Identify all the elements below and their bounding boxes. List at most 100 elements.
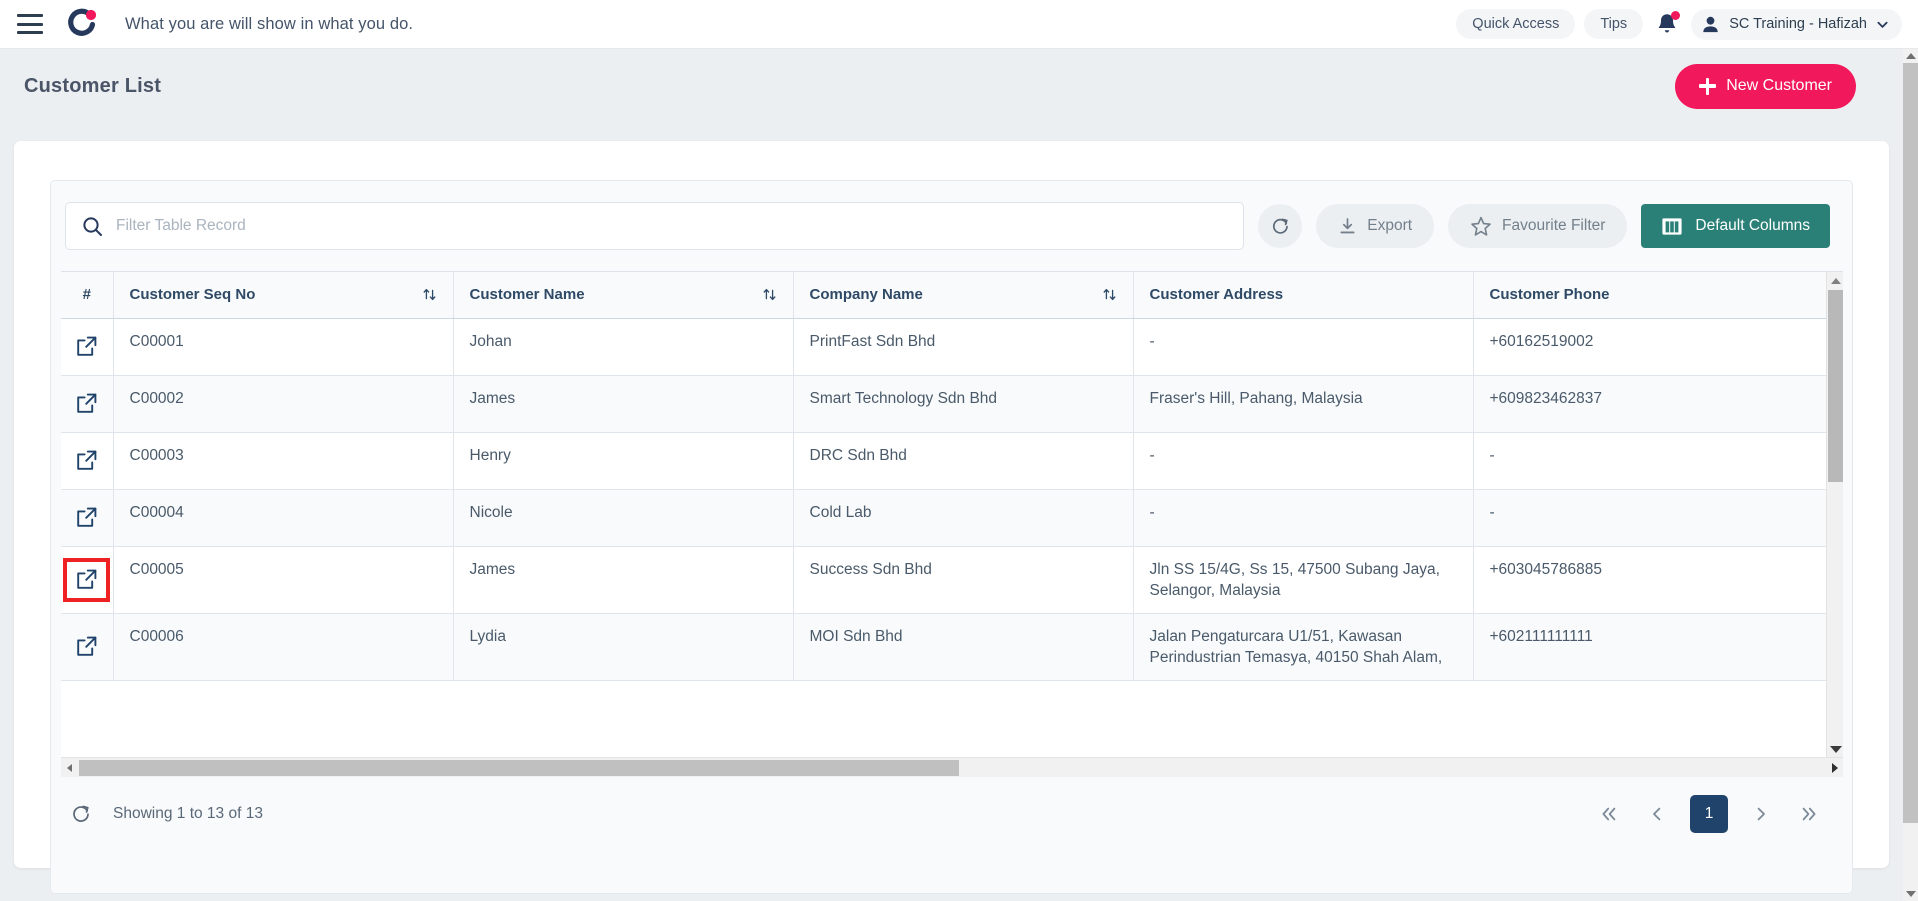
column-header-customer-seq-no[interactable]: Customer Seq No <box>113 272 454 319</box>
page-scroll-down-arrow-icon[interactable] <box>1903 887 1918 901</box>
table-header: # Customer Seq No Customer Name Company … <box>61 272 1843 319</box>
table-header-row: # Customer Seq No Customer Name Company … <box>61 272 1843 319</box>
page-vertical-scrollbar[interactable] <box>1903 49 1918 901</box>
pagination-prev-button[interactable] <box>1642 799 1672 829</box>
notification-bell-button[interactable] <box>1652 9 1682 39</box>
sort-icon[interactable] <box>1102 287 1117 302</box>
cell-customer-seq-no: C00002 <box>113 375 454 433</box>
table-horizontal-scrollbar[interactable] <box>61 757 1843 777</box>
pagination-page-1[interactable]: 1 <box>1690 795 1728 833</box>
table-footer: Showing 1 to 13 of 13 1 <box>51 777 1852 851</box>
column-header-index: # <box>61 272 114 319</box>
top-nav-actions: Quick Access Tips SC Training - Hafizah <box>1456 8 1902 40</box>
user-account-menu[interactable]: SC Training - Hafizah <box>1691 8 1902 40</box>
refresh-table-button[interactable] <box>1258 204 1303 248</box>
cell-company-name: Smart Technology Sdn Bhd <box>793 375 1134 433</box>
customer-list-card: Export Favourite Filter Default Columns <box>14 141 1889 894</box>
footer-left: Showing 1 to 13 of 13 <box>71 804 263 824</box>
row-open-cell <box>61 375 114 433</box>
brand-logo-icon[interactable] <box>65 7 99 41</box>
column-header-customer-phone: Customer Phone <box>1473 272 1843 319</box>
cell-customer-seq-no: C00006 <box>113 613 454 681</box>
chevron-down-icon <box>1877 21 1888 28</box>
column-header-customer-name[interactable]: Customer Name <box>453 272 794 319</box>
export-label: Export <box>1367 217 1413 234</box>
hamburger-menu-icon[interactable] <box>17 14 43 34</box>
table-toolbar: Export Favourite Filter Default Columns <box>51 181 1852 271</box>
sort-icon[interactable] <box>422 287 437 302</box>
default-columns-label: Default Columns <box>1695 217 1810 234</box>
cell-customer-name: Johan <box>453 318 794 376</box>
chevron-right-icon <box>1757 807 1765 821</box>
highlight-box <box>63 557 111 602</box>
cell-company-name: Success Sdn Bhd <box>793 546 1134 614</box>
open-external-icon[interactable] <box>75 568 98 591</box>
cell-customer-address: - <box>1133 489 1474 547</box>
page-scroll-up-arrow-icon[interactable] <box>1903 49 1918 63</box>
export-button[interactable]: Export <box>1316 204 1435 248</box>
row-open-cell <box>61 432 114 490</box>
open-external-icon[interactable] <box>75 635 98 658</box>
refresh-icon[interactable] <box>71 804 91 824</box>
showing-records-label: Showing 1 to 13 of 13 <box>113 805 263 822</box>
refresh-icon <box>1272 218 1288 234</box>
tips-button[interactable]: Tips <box>1584 9 1644 39</box>
open-external-icon[interactable] <box>75 506 98 529</box>
avatar-icon <box>1703 16 1718 32</box>
top-navigation-bar: What you are will show in what you do. Q… <box>0 0 1918 49</box>
table-vertical-scrollbar[interactable] <box>1826 272 1843 757</box>
row-open-cell <box>61 318 114 376</box>
scroll-up-arrow-icon[interactable] <box>1827 272 1843 289</box>
plus-icon <box>1699 77 1717 95</box>
filter-table-record-input[interactable] <box>116 217 1228 235</box>
page-title: Customer List <box>24 74 162 97</box>
page-scroll-thumb[interactable] <box>1903 63 1918 823</box>
open-external-icon[interactable] <box>75 335 98 358</box>
filter-search-box[interactable] <box>65 202 1245 250</box>
column-label: Customer Name <box>469 286 585 304</box>
cell-customer-seq-no: C00001 <box>113 318 454 376</box>
horizontal-scroll-thumb[interactable] <box>79 760 959 776</box>
favourite-filter-button[interactable]: Favourite Filter <box>1448 204 1628 248</box>
double-chevron-left-icon <box>1602 807 1616 821</box>
cell-customer-address: Jalan Pengaturcara U1/51, Kawasan Perind… <box>1133 613 1474 681</box>
column-header-company-name[interactable]: Company Name <box>793 272 1134 319</box>
favourite-filter-label: Favourite Filter <box>1502 217 1606 234</box>
double-chevron-right-icon <box>1802 807 1816 821</box>
cell-customer-phone: +602111111111 <box>1473 613 1843 681</box>
vertical-scroll-thumb[interactable] <box>1828 290 1843 482</box>
cell-customer-address: Fraser's Hill, Pahang, Malaysia <box>1133 375 1474 433</box>
cell-customer-seq-no: C00003 <box>113 432 454 490</box>
cell-customer-name: James <box>453 375 794 433</box>
cell-customer-phone: +609823462837 <box>1473 375 1843 433</box>
pagination-last-button[interactable] <box>1794 799 1824 829</box>
table-row: C00004 Nicole Cold Lab - - <box>61 489 1843 547</box>
table-row: C00001 Johan PrintFast Sdn Bhd - +601625… <box>61 318 1843 376</box>
sort-icon[interactable] <box>762 287 777 302</box>
pagination-first-button[interactable] <box>1594 799 1624 829</box>
quick-access-button[interactable]: Quick Access <box>1456 9 1576 39</box>
table-row: C00003 Henry DRC Sdn Bhd - - <box>61 432 1843 490</box>
table-row-highlighted: C00005 James Success Sdn Bhd Jln SS 15/4… <box>61 546 1843 614</box>
cell-customer-address: - <box>1133 318 1474 376</box>
column-header-customer-address: Customer Address <box>1133 272 1474 319</box>
table-row: C00002 James Smart Technology Sdn Bhd Fr… <box>61 375 1843 433</box>
scroll-left-arrow-icon[interactable] <box>61 758 78 778</box>
cell-customer-name: James <box>453 546 794 614</box>
user-name-label: SC Training - Hafizah <box>1729 16 1867 32</box>
cell-customer-phone: +603045786885 <box>1473 546 1843 614</box>
new-customer-button[interactable]: New Customer <box>1675 63 1856 109</box>
table-row: C00006 Lydia MOI Sdn Bhd Jalan Pengaturc… <box>61 613 1843 681</box>
pagination-next-button[interactable] <box>1746 799 1776 829</box>
download-icon <box>1340 217 1355 233</box>
scroll-right-arrow-icon[interactable] <box>1826 758 1843 778</box>
open-external-icon[interactable] <box>75 392 98 415</box>
open-external-icon[interactable] <box>75 449 98 472</box>
cell-company-name: DRC Sdn Bhd <box>793 432 1134 490</box>
default-columns-button[interactable]: Default Columns <box>1641 204 1830 248</box>
cell-customer-address: Jln SS 15/4G, Ss 15, 47500 Subang Jaya, … <box>1133 546 1474 614</box>
table-body: C00001 Johan PrintFast Sdn Bhd - +601625… <box>61 318 1843 681</box>
cell-customer-phone: +60162519002 <box>1473 318 1843 376</box>
row-open-cell <box>61 546 114 614</box>
scroll-down-arrow-icon[interactable] <box>1827 741 1843 757</box>
